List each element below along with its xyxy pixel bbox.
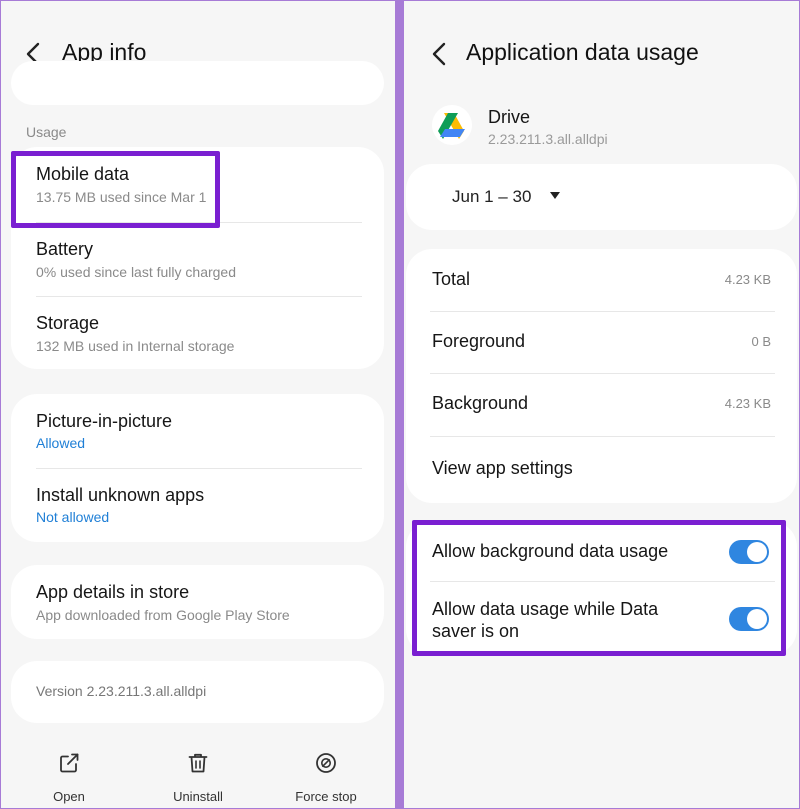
app-name: Drive	[488, 107, 531, 127]
background-row: Background 4.23 KB	[406, 373, 797, 436]
app-details-subtitle: App downloaded from Google Play Store	[36, 607, 290, 623]
mobile-data-highlight	[11, 151, 220, 228]
uninstall-button[interactable]: Uninstall	[143, 741, 253, 804]
battery-title: Battery	[36, 239, 94, 259]
toggles-highlight	[412, 520, 786, 656]
view-app-settings-item[interactable]: View app settings	[406, 436, 797, 503]
page-title: Application data usage	[466, 39, 699, 65]
app-version: 2.23.211.3.all.alldpi	[488, 131, 608, 147]
dropdown-arrow-icon[interactable]	[549, 191, 561, 201]
date-range-selector[interactable]: Jun 1 – 30	[452, 187, 531, 207]
app-info-screen: App info Usage Mobile data 13.75 MB used…	[1, 1, 395, 808]
background-value: 4.23 KB	[724, 396, 771, 411]
install-unknown-apps-item[interactable]: Install unknown apps Not allowed	[11, 468, 384, 542]
scrolled-card-top	[11, 61, 384, 105]
force-stop-label: Force stop	[295, 789, 357, 804]
back-arrow-icon[interactable]	[429, 41, 451, 67]
permissions-card: Picture-in-picture Allowed Install unkno…	[11, 394, 384, 542]
install-unknown-apps-title: Install unknown apps	[36, 485, 205, 505]
bottom-action-bar: Open Uninstall Force stop	[1, 741, 395, 808]
picture-in-picture-item[interactable]: Picture-in-picture Allowed	[11, 394, 384, 468]
storage-title: Storage	[36, 313, 100, 333]
view-app-settings-label: View app settings	[432, 458, 573, 478]
app-details-title: App details in store	[36, 582, 190, 602]
storage-subtitle: 132 MB used in Internal storage	[36, 338, 235, 354]
battery-subtitle: 0% used since last fully charged	[36, 264, 236, 280]
picture-in-picture-title: Picture-in-picture	[36, 411, 173, 431]
battery-item[interactable]: Battery 0% used since last fully charged	[11, 222, 384, 296]
version-card: Version 2.23.211.3.all.alldpi	[11, 661, 384, 723]
store-card: App details in store App downloaded from…	[11, 565, 384, 639]
storage-item[interactable]: Storage 132 MB used in Internal storage	[11, 296, 384, 369]
uninstall-label: Uninstall	[173, 789, 223, 804]
open-label: Open	[53, 789, 85, 804]
usage-section-label: Usage	[26, 124, 67, 140]
install-unknown-apps-status: Not allowed	[36, 509, 110, 525]
force-stop-icon	[316, 753, 336, 773]
picture-in-picture-status: Allowed	[36, 435, 86, 451]
app-icon-container	[432, 105, 472, 145]
total-row: Total 4.23 KB	[406, 249, 797, 311]
open-external-icon	[60, 753, 79, 773]
total-label: Total	[432, 269, 471, 289]
background-label: Background	[432, 393, 529, 413]
google-drive-icon	[438, 113, 465, 139]
force-stop-button[interactable]: Force stop	[271, 741, 381, 804]
foreground-row: Foreground 0 B	[406, 311, 797, 373]
foreground-value: 0 B	[751, 334, 771, 349]
data-usage-header: Application data usage	[404, 29, 799, 81]
total-value: 4.23 KB	[724, 272, 771, 287]
version-text: Version 2.23.211.3.all.alldpi	[36, 683, 207, 699]
application-data-usage-screen: Application data usage Drive 2.23.211.3.…	[404, 1, 799, 808]
foreground-label: Foreground	[432, 331, 526, 351]
data-usage-card: Total 4.23 KB Foreground 0 B Background …	[406, 249, 797, 503]
app-details-in-store-item[interactable]: App details in store App downloaded from…	[11, 565, 384, 639]
trash-icon	[188, 753, 208, 773]
open-button[interactable]: Open	[14, 741, 124, 804]
